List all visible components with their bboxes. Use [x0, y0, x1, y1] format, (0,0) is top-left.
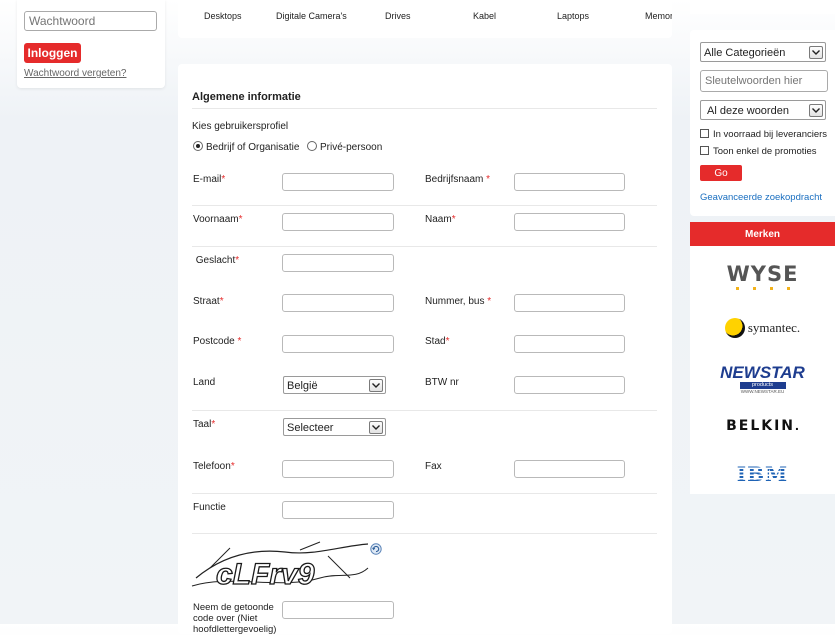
divider: [192, 246, 657, 247]
city-label: Stad*: [425, 336, 450, 347]
nav-item-desktops[interactable]: Desktops: [204, 11, 242, 21]
keywords-input[interactable]: [700, 70, 828, 92]
language-value: Selecteer: [287, 422, 334, 434]
login-panel: Inloggen Wachtwoord vergeten?: [17, 0, 165, 88]
language-label: Taal*: [193, 419, 216, 430]
number-field[interactable]: [514, 294, 625, 312]
search-mode-value: Al deze woorden: [707, 105, 789, 117]
chevron-down-icon[interactable]: [369, 421, 383, 434]
street-field[interactable]: [282, 294, 394, 312]
checkbox-icon[interactable]: [700, 129, 709, 138]
brand-logo-symantec[interactable]: symantec.: [690, 318, 835, 338]
promo-checkbox-label: Toon enkel de promoties: [713, 146, 817, 157]
profile-label: Kies gebruikersprofiel: [192, 121, 289, 132]
function-label: Functie: [193, 502, 226, 513]
divider: [192, 493, 657, 494]
chevron-down-icon[interactable]: [369, 379, 383, 392]
brand-wyse-dots: [735, 287, 790, 290]
brand-logo-belkin[interactable]: BELKIN.: [690, 417, 835, 434]
divider: [192, 108, 657, 109]
captcha-text: cLFrv9: [216, 558, 315, 591]
lastname-label: Naam*: [425, 214, 456, 225]
brand-logo-ibm[interactable]: IBM: [690, 462, 835, 486]
brand-logo-newstar[interactable]: NEWSTAR products WWW.NEWSTAR.EU: [690, 364, 835, 395]
gender-label: Geslacht*: [193, 255, 240, 266]
brand-wyse-text: WYSE: [726, 262, 799, 286]
category-value: Alle Categorieën: [704, 47, 786, 59]
nav-item-memory[interactable]: Memory: [645, 11, 672, 21]
radio-unselected-icon[interactable]: [307, 141, 317, 151]
lastname-field[interactable]: [514, 213, 625, 231]
nav-item-cables[interactable]: Kabel: [473, 11, 496, 21]
divider: [192, 205, 657, 206]
gender-field[interactable]: [282, 254, 394, 272]
stock-checkbox-label: In voorraad bij leveranciers: [713, 129, 828, 140]
symantec-mark-icon: [724, 318, 745, 338]
nav-item-cameras[interactable]: Digitale Camera's: [276, 11, 347, 21]
refresh-icon[interactable]: [370, 543, 382, 555]
phone-field[interactable]: [282, 460, 394, 478]
function-field[interactable]: [282, 501, 394, 519]
phone-label: Telefoon*: [193, 461, 235, 472]
nav-item-laptops[interactable]: Laptops: [557, 11, 589, 21]
brand-symantec-text: symantec.: [747, 320, 801, 335]
advanced-search-link[interactable]: Geavanceerde zoekopdracht: [700, 192, 822, 203]
vat-field[interactable]: [514, 376, 625, 394]
profile-option-label: Privé-persoon: [320, 142, 383, 153]
country-select[interactable]: België: [283, 376, 386, 394]
profile-option-private[interactable]: Privé-persoon: [307, 141, 382, 153]
vat-label: BTW nr: [425, 377, 459, 388]
search-mode-select[interactable]: Al deze woorden: [700, 100, 826, 120]
profile-option-label: Bedrijf of Organisatie: [206, 142, 300, 153]
go-button[interactable]: Go: [700, 165, 742, 181]
divider: [192, 533, 657, 534]
promo-checkbox-row[interactable]: Toon enkel de promoties: [700, 146, 817, 157]
language-select[interactable]: Selecteer: [283, 418, 386, 436]
stock-checkbox-row[interactable]: In voorraad bij leveranciers: [700, 129, 827, 140]
nav-item-drives[interactable]: Drives: [385, 11, 411, 21]
postcode-field[interactable]: [282, 335, 394, 353]
brand-belkin-text: BELKIN: [726, 418, 796, 434]
profile-option-company[interactable]: Bedrijf of Organisatie: [193, 141, 299, 153]
number-label: Nummer, bus *: [425, 296, 492, 307]
category-nav: Desktops Digitale Camera's Drives Kabel …: [178, 0, 672, 38]
fax-field[interactable]: [514, 460, 625, 478]
chevron-down-icon[interactable]: [809, 46, 823, 59]
brand-ibm-text: IBM: [736, 462, 789, 486]
email-field[interactable]: [282, 173, 394, 191]
postcode-label: Postcode *: [193, 336, 242, 347]
radio-selected-icon[interactable]: [193, 141, 203, 151]
brand-newstar-products: products: [739, 382, 786, 389]
captcha-label: Neem de getoonde code over (Niet hoofdle…: [193, 602, 277, 635]
login-button[interactable]: Inloggen: [24, 43, 81, 63]
brand-newstar-url: WWW.NEWSTAR.EU: [740, 389, 785, 394]
chevron-down-icon[interactable]: [809, 104, 823, 117]
forgot-password-link[interactable]: Wachtwoord vergeten?: [24, 68, 126, 79]
brand-newstar-text: NEWSTAR: [720, 363, 805, 382]
firstname-label: Voornaam*: [193, 214, 243, 225]
right-top-strip: [690, 0, 835, 14]
brand-belkin-dot: .: [795, 417, 799, 433]
brand-logo-wyse[interactable]: WYSE: [690, 263, 835, 290]
firstname-field[interactable]: [282, 213, 394, 231]
category-select[interactable]: Alle Categorieën: [700, 42, 826, 62]
captcha-image: cLFrv9: [190, 538, 370, 596]
divider: [192, 410, 657, 411]
password-input[interactable]: [24, 11, 157, 31]
country-label: Land: [193, 377, 216, 388]
country-value: België: [287, 380, 318, 392]
fax-label: Fax: [425, 461, 442, 472]
company-field[interactable]: [514, 173, 625, 191]
checkbox-icon[interactable]: [700, 146, 709, 155]
section-title: Algemene informatie: [192, 91, 301, 103]
captcha-field[interactable]: [282, 601, 394, 619]
brands-header: Merken: [690, 222, 835, 246]
city-field[interactable]: [514, 335, 625, 353]
street-label: Straat*: [193, 296, 224, 307]
email-label: E-mail*: [193, 174, 226, 185]
company-label: Bedrijfsnaam *: [425, 174, 491, 185]
